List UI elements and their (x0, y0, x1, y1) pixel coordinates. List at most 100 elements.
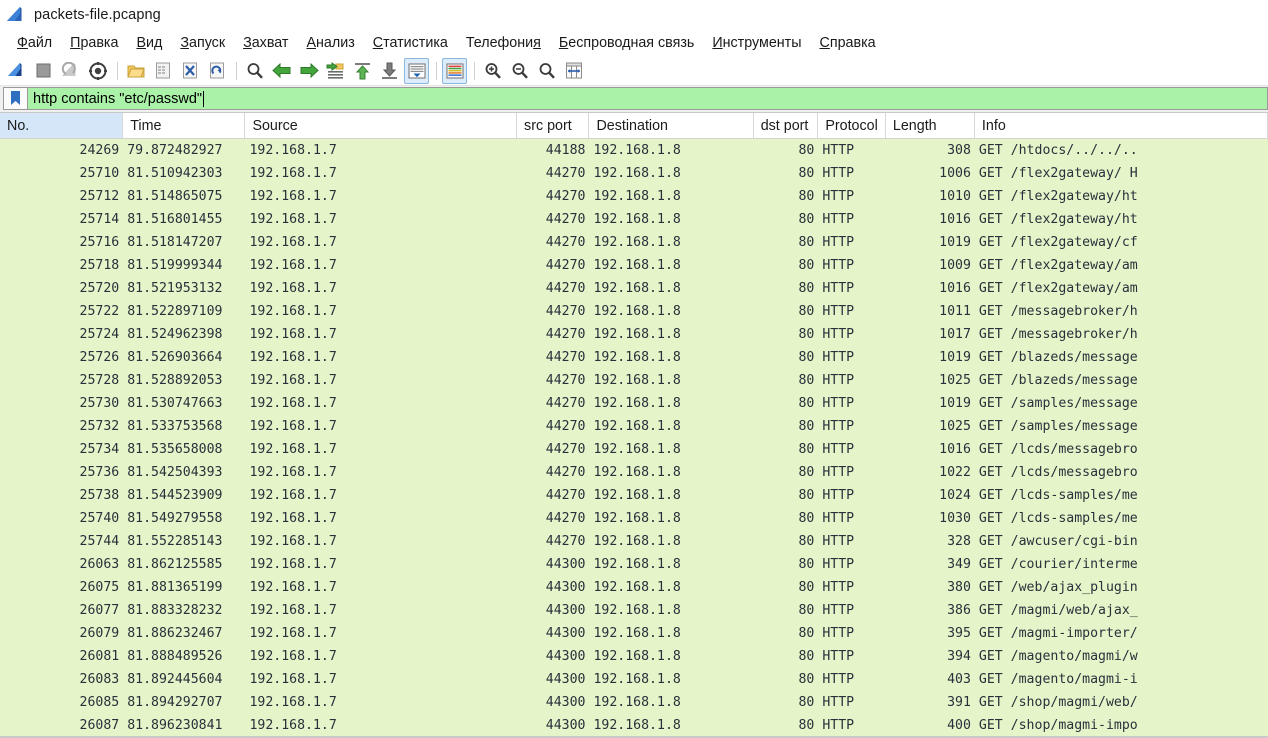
table-row[interactable]: 25718 81.519999344 192.168.1.7 44270 192.168… (0, 254, 1268, 277)
cell-proto: HTTP (822, 557, 855, 572)
column-header-dst-port[interactable]: dst port (754, 113, 819, 138)
menu-item-statistics[interactable]: Статистика (364, 34, 457, 52)
column-header-destination[interactable]: Destination (589, 113, 754, 138)
colorize-packets-icon[interactable] (442, 57, 467, 84)
cell-no: 26083 (79, 672, 120, 687)
table-row[interactable]: 25726 81.526903664 192.168.1.7 44270 192.168… (0, 346, 1268, 369)
menu-item-capture[interactable]: Захват (234, 34, 297, 52)
cell-proto: HTTP (822, 304, 855, 319)
table-row[interactable]: 25736 81.542504393 192.168.1.7 44270 192.168… (0, 461, 1268, 484)
capture-options-icon[interactable] (85, 58, 110, 84)
table-row[interactable]: 25730 81.530747663 192.168.1.7 44270 192.168… (0, 392, 1268, 415)
table-row[interactable]: 26063 81.862125585 192.168.1.7 44300 192.168… (0, 553, 1268, 576)
display-filter-input[interactable]: http contains "etc/passwd" (27, 87, 1268, 110)
cell-proto: HTTP (822, 373, 855, 388)
table-row[interactable]: 26077 81.883328232 192.168.1.7 44300 192.168… (0, 599, 1268, 622)
cell-info: GET /samples/message (978, 419, 1138, 434)
menu-item-view[interactable]: Вид (127, 34, 171, 52)
cell-info: GET /awcuser/cgi-bin (978, 534, 1138, 549)
bookmark-icon[interactable] (3, 87, 27, 110)
table-row[interactable]: 26083 81.892445604 192.168.1.7 44300 192.168… (0, 668, 1268, 691)
table-row[interactable]: 25710 81.510942303 192.168.1.7 44270 192.168… (0, 162, 1268, 185)
go-back-icon[interactable] (269, 58, 294, 84)
column-header-no[interactable]: No. (0, 113, 124, 138)
cell-info: GET /magmi/web/ajax_ (978, 603, 1138, 618)
restart-capture-icon[interactable] (58, 58, 83, 84)
cell-no: 26085 (79, 695, 120, 710)
cell-dst: 192.168.1.8 (593, 695, 681, 710)
cell-src: 192.168.1.7 (249, 419, 337, 434)
find-packet-icon[interactable] (242, 58, 267, 84)
cell-no: 25712 (79, 189, 120, 204)
table-row[interactable]: 25738 81.544523909 192.168.1.7 44270 192.168… (0, 484, 1268, 507)
menu-item-wireless[interactable]: Беспроводная связь (550, 34, 703, 52)
cell-proto: HTTP (822, 649, 855, 664)
menu-item-help[interactable]: Справка (811, 34, 885, 52)
column-header-length[interactable]: Length (886, 113, 975, 138)
table-row[interactable]: 25744 81.552285143 192.168.1.7 44270 192.168… (0, 530, 1268, 553)
go-first-packet-icon[interactable] (350, 58, 375, 84)
cell-info: GET /shop/magmi/web/ (978, 695, 1138, 710)
reload-file-icon[interactable] (204, 58, 229, 84)
table-row[interactable]: 25714 81.516801455 192.168.1.7 44270 192.168… (0, 208, 1268, 231)
packet-list-pane[interactable]: No. Time Source src port Destination dst… (0, 113, 1268, 736)
table-row[interactable]: 26075 81.881365199 192.168.1.7 44300 192.168… (0, 576, 1268, 599)
column-header-src-port[interactable]: src port (517, 113, 590, 138)
go-to-packet-icon[interactable] (323, 58, 348, 84)
cell-time: 81.892445604 (127, 672, 223, 687)
zoom-in-icon[interactable] (480, 58, 505, 84)
table-row[interactable]: 25728 81.528892053 192.168.1.7 44270 192.168… (0, 369, 1268, 392)
cell-info: GET /courier/interme (978, 557, 1138, 572)
stop-capture-icon[interactable] (31, 58, 56, 84)
wireshark-fin-icon (6, 6, 26, 24)
menu-item-file[interactable]: Файл (8, 34, 61, 52)
cell-info: GET /flex2gateway/ H (978, 166, 1138, 181)
table-row[interactable]: 26085 81.894292707 192.168.1.7 44300 192.168… (0, 691, 1268, 714)
column-header-source[interactable]: Source (245, 113, 518, 138)
cell-no: 25716 (79, 235, 120, 250)
packet-list-rows[interactable]: 24269 79.872482927 192.168.1.7 44188 192.168… (0, 139, 1268, 736)
cell-sport: 44270 (545, 189, 586, 204)
column-header-info[interactable]: Info (975, 113, 1268, 138)
column-header-protocol[interactable]: Protocol (818, 113, 886, 138)
close-file-icon[interactable] (177, 58, 202, 84)
menu-item-telephony[interactable]: Телефония (457, 34, 550, 52)
start-capture-icon[interactable] (4, 58, 29, 84)
save-file-icon[interactable] (150, 58, 175, 84)
go-last-packet-icon[interactable] (377, 58, 402, 84)
cell-len: 1019 (939, 396, 971, 411)
table-row[interactable]: 25716 81.518147207 192.168.1.7 44270 192.168… (0, 231, 1268, 254)
menu-item-go[interactable]: Запуск (171, 34, 234, 52)
cell-dport: 80 (798, 488, 815, 503)
cell-no: 26081 (79, 649, 120, 664)
table-row[interactable]: 24269 79.872482927 192.168.1.7 44188 192.168… (0, 139, 1268, 162)
table-row[interactable]: 26079 81.886232467 192.168.1.7 44300 192.168… (0, 622, 1268, 645)
table-row[interactable]: 25722 81.522897109 192.168.1.7 44270 192.168… (0, 300, 1268, 323)
table-row[interactable]: 26081 81.888489526 192.168.1.7 44300 192.168… (0, 645, 1268, 668)
cell-dport: 80 (798, 695, 815, 710)
menu-item-analyze[interactable]: Анализ (297, 34, 363, 52)
resize-columns-icon[interactable] (561, 58, 586, 84)
menu-item-edit[interactable]: Правка (61, 34, 127, 52)
go-forward-icon[interactable] (296, 58, 321, 84)
table-row[interactable]: 25732 81.533753568 192.168.1.7 44270 192.168… (0, 415, 1268, 438)
table-row[interactable]: 25720 81.521953132 192.168.1.7 44270 192.168… (0, 277, 1268, 300)
table-row[interactable]: 25734 81.535658008 192.168.1.7 44270 192.168… (0, 438, 1268, 461)
cell-info: GET /flex2gateway/cf (978, 235, 1138, 250)
table-row[interactable]: 26087 81.896230841 192.168.1.7 44300 192.168… (0, 714, 1268, 736)
table-row[interactable]: 25724 81.524962398 192.168.1.7 44270 192.168… (0, 323, 1268, 346)
cell-info: GET /samples/message (978, 396, 1138, 411)
cell-no: 26087 (79, 718, 120, 733)
cell-src: 192.168.1.7 (249, 350, 337, 365)
table-row[interactable]: 25712 81.514865075 192.168.1.7 44270 192.168… (0, 185, 1268, 208)
zoom-reset-icon[interactable] (534, 58, 559, 84)
auto-scroll-icon[interactable] (404, 57, 429, 84)
cell-dst: 192.168.1.8 (593, 166, 681, 181)
table-row[interactable]: 25740 81.549279558 192.168.1.7 44270 192.168… (0, 507, 1268, 530)
column-header-time[interactable]: Time (123, 113, 246, 138)
open-file-icon[interactable] (123, 58, 148, 84)
zoom-out-icon[interactable] (507, 58, 532, 84)
cell-len: 403 (947, 672, 971, 687)
menu-item-tools[interactable]: Инструменты (703, 34, 810, 52)
cell-info: GET /flex2gateway/am (978, 258, 1138, 273)
